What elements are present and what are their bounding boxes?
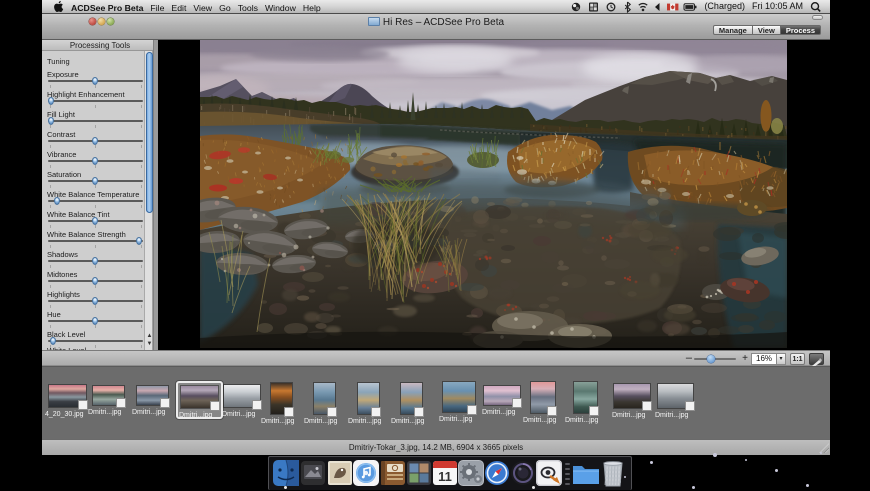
svg-text:11: 11 <box>438 469 452 484</box>
